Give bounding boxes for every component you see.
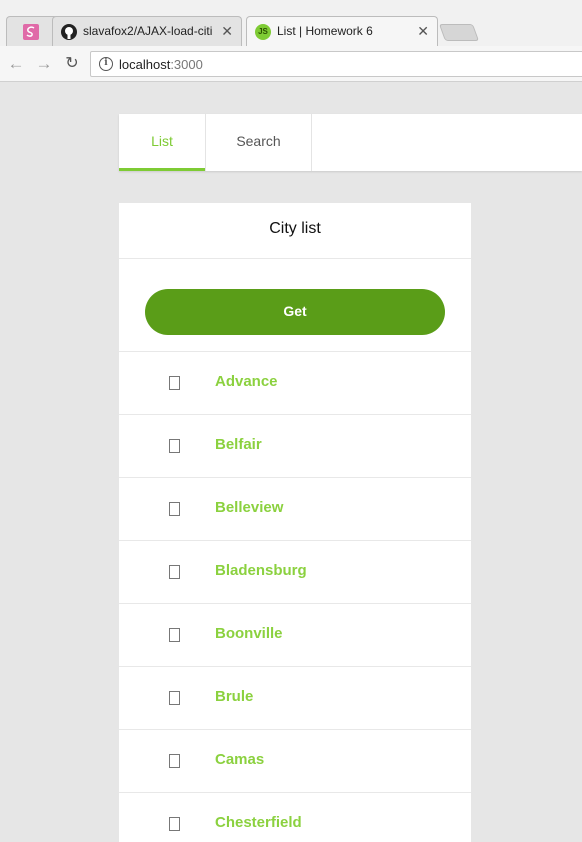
forward-icon[interactable]: → [34, 54, 54, 74]
city-name[interactable]: Chesterfield [215, 814, 302, 831]
city-name[interactable]: Advance [215, 373, 278, 390]
list-item: Advance [119, 352, 471, 415]
sass-icon [23, 24, 39, 40]
browser-tabstrip: slavafox2/AJAX-load-citi ✕ JS List | Hom… [0, 0, 582, 46]
city-name[interactable]: Bladensburg [215, 562, 307, 579]
browser-tab-active[interactable]: JS List | Homework 6 ✕ [246, 16, 438, 46]
get-button[interactable]: Get [145, 289, 445, 335]
list-item: Belfair [119, 415, 471, 478]
back-icon[interactable]: ← [6, 54, 26, 74]
city-list-card: City list Get Advance Belfair Belleview … [119, 203, 471, 842]
close-icon[interactable]: ✕ [221, 23, 233, 39]
city-checkbox[interactable] [169, 691, 180, 705]
list-item: Boonville [119, 604, 471, 667]
city-name[interactable]: Camas [215, 751, 264, 768]
list-item: Bladensburg [119, 541, 471, 604]
tab-search[interactable]: Search [206, 114, 312, 171]
card-title: City list [119, 203, 471, 259]
info-icon[interactable]: i [99, 57, 113, 71]
list-item: Brule [119, 667, 471, 730]
github-icon [61, 24, 77, 40]
url-text: localhost:3000 [119, 57, 203, 72]
tab-title: List | Homework 6 [277, 24, 373, 38]
browser-toolbar: ← → ↻ i localhost:3000 [0, 46, 582, 82]
reload-icon[interactable]: ↻ [62, 54, 82, 74]
city-checkbox[interactable] [169, 376, 180, 390]
city-name[interactable]: Boonville [215, 625, 283, 642]
list-item: Chesterfield [119, 793, 471, 842]
city-checkbox[interactable] [169, 439, 180, 453]
city-name[interactable]: Brule [215, 688, 253, 705]
list-item: Belleview [119, 478, 471, 541]
city-checkbox[interactable] [169, 754, 180, 768]
button-area: Get [119, 259, 471, 352]
browser-tab-github[interactable]: slavafox2/AJAX-load-citi ✕ [52, 16, 242, 46]
city-checkbox[interactable] [169, 817, 180, 831]
city-name[interactable]: Belfair [215, 436, 262, 453]
js-icon: JS [255, 24, 271, 40]
tab-list[interactable]: List [119, 114, 206, 171]
address-bar[interactable]: i localhost:3000 [90, 51, 582, 77]
url-host: localhost [119, 57, 171, 72]
browser-tab-sass[interactable] [6, 16, 58, 46]
url-port: :3000 [170, 57, 203, 72]
close-icon[interactable]: ✕ [417, 23, 429, 39]
city-checkbox[interactable] [169, 502, 180, 516]
city-checkbox[interactable] [169, 565, 180, 579]
city-checkbox[interactable] [169, 628, 180, 642]
list-item: Camas [119, 730, 471, 793]
new-tab-button[interactable] [438, 24, 480, 41]
city-name[interactable]: Belleview [215, 499, 283, 516]
page-nav: List Search [119, 114, 582, 171]
tab-title: slavafox2/AJAX-load-citi [83, 24, 213, 38]
